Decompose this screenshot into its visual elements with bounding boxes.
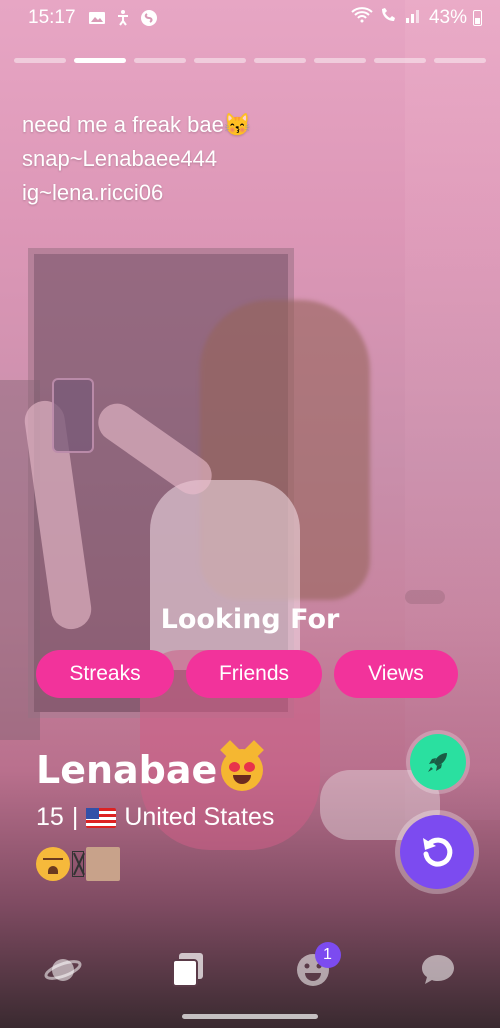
- bio-line: need me a freak bae😽: [22, 112, 252, 137]
- tag-streaks[interactable]: Streaks: [36, 650, 174, 698]
- status-right: 43%: [351, 6, 482, 30]
- story-progress-segment: [14, 58, 66, 63]
- nav-friends[interactable]: 1: [283, 940, 343, 1000]
- wifi-calling-icon: [379, 6, 399, 30]
- planet-icon: [43, 959, 82, 981]
- cards-icon: [171, 953, 203, 987]
- profile-name: Lenabae: [36, 748, 218, 792]
- profile-emoji-row: [36, 847, 120, 881]
- rocket-icon: [428, 753, 447, 772]
- weary-face-emoji-icon: [36, 847, 70, 881]
- background-phone: [52, 378, 94, 453]
- profile-screen[interactable]: 15:17 43% need me a freak bae😽 snap~Lena…: [0, 0, 500, 1028]
- home-indicator: [182, 1014, 318, 1019]
- looking-for-title: Looking For: [160, 604, 340, 635]
- accessibility-icon: [114, 9, 132, 27]
- us-flag-icon: [86, 807, 117, 828]
- missing-glyph-icon: [72, 851, 84, 877]
- chat-icon: [421, 955, 454, 984]
- story-progress-segment: [134, 58, 186, 63]
- wifi-icon: [351, 6, 373, 30]
- nav-swipe[interactable]: [158, 940, 218, 1000]
- looking-for-tags: Streaks Friends Views: [36, 650, 458, 698]
- status-time: 15:17: [28, 7, 76, 28]
- status-bar: 15:17 43%: [0, 0, 500, 36]
- bio-line: ig~lena.ricci06: [22, 180, 164, 205]
- profile-country: United States: [124, 803, 275, 831]
- story-progress-segment: [194, 58, 246, 63]
- tag-friends[interactable]: Friends: [186, 650, 322, 698]
- shazam-icon: [140, 9, 158, 27]
- nav-explore[interactable]: [33, 940, 93, 1000]
- meta-separator: |: [71, 803, 79, 831]
- battery-text: 43%: [428, 7, 467, 28]
- story-progress-segment: [314, 58, 366, 63]
- story-progress-segment: [74, 58, 126, 63]
- profile-bio: need me a freak bae😽 snap~Lenabaee444 ig…: [22, 108, 251, 210]
- profile-name-row: Lenabae: [36, 748, 264, 792]
- profile-age: 15: [36, 803, 64, 831]
- boost-button[interactable]: [410, 734, 466, 790]
- skin-tone-swatch-icon: [86, 847, 120, 881]
- heart-eyes-cat-emoji-icon: [221, 749, 264, 791]
- profile-meta: 15 | United States: [36, 803, 274, 832]
- story-progress-segment: [374, 58, 426, 63]
- background-rail: [405, 590, 445, 604]
- signal-icon: [405, 6, 423, 30]
- gallery-icon: [88, 9, 106, 27]
- bottom-nav: 1: [0, 940, 500, 1000]
- battery-icon: [473, 10, 482, 26]
- nav-chat[interactable]: [408, 940, 468, 1000]
- bio-line: snap~Lenabaee444: [22, 146, 218, 171]
- rewind-button[interactable]: [400, 815, 474, 889]
- notification-badge: 1: [314, 942, 341, 968]
- story-progress: [14, 58, 486, 63]
- story-progress-segment: [434, 58, 486, 63]
- background-person-body: [150, 480, 300, 670]
- rewind-icon: [423, 837, 453, 867]
- story-progress-segment: [254, 58, 306, 63]
- tag-views[interactable]: Views: [334, 650, 458, 698]
